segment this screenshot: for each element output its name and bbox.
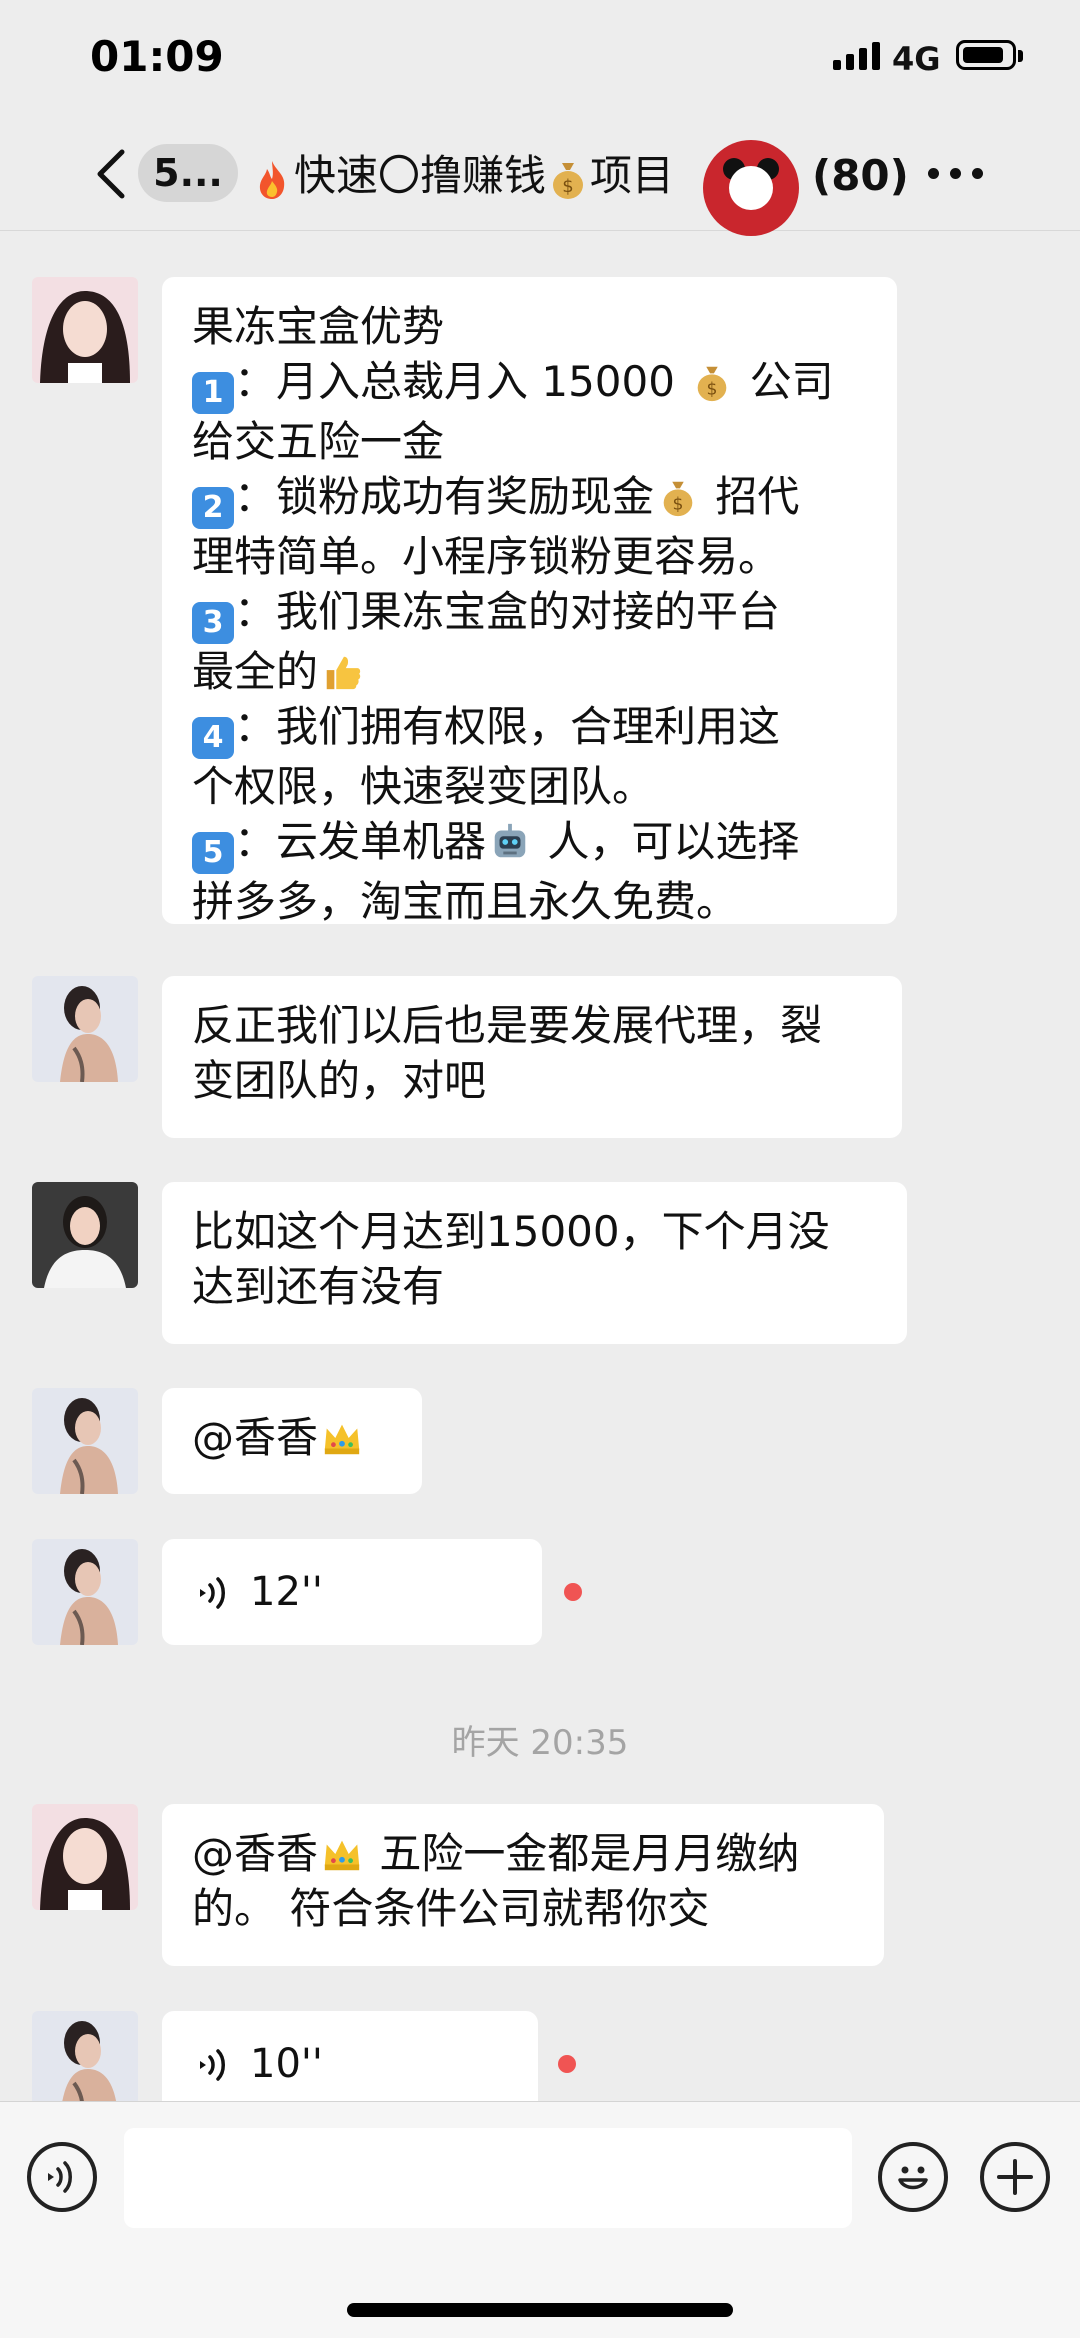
message-bubble[interactable]: @香香 五险一金都是月月缴纳 的。 符合条件公司就帮你交 <box>162 1804 884 1966</box>
robot-icon <box>494 823 526 858</box>
message-bubble[interactable]: 反正我们以后也是要发展代理，裂 变团队的，对吧 <box>162 976 902 1138</box>
group-title-text: 快速〇撸赚钱 <box>294 151 547 200</box>
money-bag-icon: $ <box>553 162 584 199</box>
message-line: 给交五险一金 <box>192 417 445 466</box>
keycap-2-icon: 2 <box>192 487 234 529</box>
network-label: 4G <box>892 40 941 78</box>
battery-tip <box>1018 50 1023 62</box>
avatar[interactable] <box>32 2011 138 2101</box>
voice-duration: 12'' <box>250 1569 323 1615</box>
group-title-suffix: 项目 <box>590 151 675 200</box>
avatar[interactable] <box>32 277 138 383</box>
crown-icon <box>324 1424 360 1455</box>
group-avatar-icon[interactable] <box>703 140 799 236</box>
keycap-5-icon: 5 <box>192 832 234 874</box>
mention-text: @香香 <box>192 1829 319 1878</box>
chevron-left-icon[interactable] <box>92 146 132 202</box>
avatar[interactable] <box>32 1388 138 1494</box>
keycap-1-icon: 1 <box>192 372 234 414</box>
money-bag-icon: $ <box>663 481 693 517</box>
signal-icon <box>833 42 881 70</box>
avatar[interactable] <box>32 1182 138 1288</box>
message-line: 拼多多，淘宝而且永久免费。 <box>192 877 739 926</box>
message-line: 3 ：我们果冻宝盒的对接的平台 <box>192 584 867 644</box>
message-bubble[interactable]: 果冻宝盒优势 1 ：月入总裁月入 15000 $ 公司 给交五险一金 2 ：锁粉成功有奖励… <box>162 277 897 926</box>
avatar[interactable] <box>32 1804 138 1910</box>
message-bubble[interactable]: @香香 <box>162 1388 422 1494</box>
member-count[interactable]: (80) <box>812 148 909 204</box>
svg-text:$: $ <box>673 494 684 514</box>
svg-text:$: $ <box>562 176 573 197</box>
more-icon[interactable] <box>928 168 984 180</box>
message-line: 最全的 <box>192 644 867 699</box>
message-line: 个权限，快速裂变团队。 <box>192 762 655 811</box>
voice-message[interactable]: 12'' <box>162 1539 542 1645</box>
emoji-button[interactable] <box>878 2142 948 2212</box>
chat-header: 5... 快速〇撸赚钱 $ 项目 (80) <box>0 118 1080 236</box>
voice-wave-icon <box>48 2161 72 2193</box>
message-input[interactable] <box>124 2128 852 2228</box>
voice-wave-icon <box>200 2049 225 2081</box>
voice-message[interactable]: 10'' <box>162 2011 538 2101</box>
keycap-4-icon: 4 <box>192 717 234 759</box>
voice-duration: 10'' <box>250 2041 323 2087</box>
svg-text:$: $ <box>707 379 718 399</box>
message-bubble[interactable]: 比如这个月达到15000，下个月没 达到还有没有 <box>162 1182 907 1344</box>
message-list[interactable]: 果冻宝盒优势 1 ：月入总裁月入 15000 $ 公司 给交五险一金 2 ：锁粉成功有奖励… <box>0 231 1080 2101</box>
message-line: 2 ：锁粉成功有奖励现金 $ 招代 <box>192 469 867 529</box>
fire-icon <box>259 160 285 199</box>
status-bar: 01:09 4G <box>0 0 1080 118</box>
status-time: 01:09 <box>90 32 224 81</box>
unread-badge[interactable]: 5... <box>138 144 238 202</box>
avatar[interactable] <box>32 1539 138 1645</box>
message-line: 4 ：我们拥有权限，合理利用这 <box>192 699 867 759</box>
thumbs-up-icon <box>326 656 361 690</box>
mention-text: @香香 <box>192 1413 319 1462</box>
voice-input-button[interactable] <box>27 2142 97 2212</box>
unread-dot <box>558 2055 576 2073</box>
voice-wave-icon <box>200 1577 225 1609</box>
message-line: 果冻宝盒优势 <box>192 302 445 351</box>
money-bag-icon: $ <box>697 366 727 402</box>
group-title[interactable]: 快速〇撸赚钱 $ 项目 <box>250 148 674 204</box>
keycap-3-icon: 3 <box>192 602 234 644</box>
message-line: 5 ：云发单机器 人，可以选择 <box>192 814 867 874</box>
plus-icon <box>997 2159 1033 2195</box>
crown-icon <box>324 1840 360 1871</box>
time-divider: 昨天 20:35 <box>451 1723 629 1763</box>
avatar[interactable] <box>32 976 138 1082</box>
message-line: 理特简单。小程序锁粉更容易。 <box>192 532 781 581</box>
unread-dot <box>564 1583 582 1601</box>
emoji-face-icon <box>898 2166 928 2190</box>
battery-icon <box>956 40 1016 70</box>
home-indicator[interactable] <box>347 2303 733 2317</box>
message-line: 1 ：月入总裁月入 15000 $ 公司 <box>192 354 867 414</box>
more-actions-button[interactable] <box>980 2142 1050 2212</box>
